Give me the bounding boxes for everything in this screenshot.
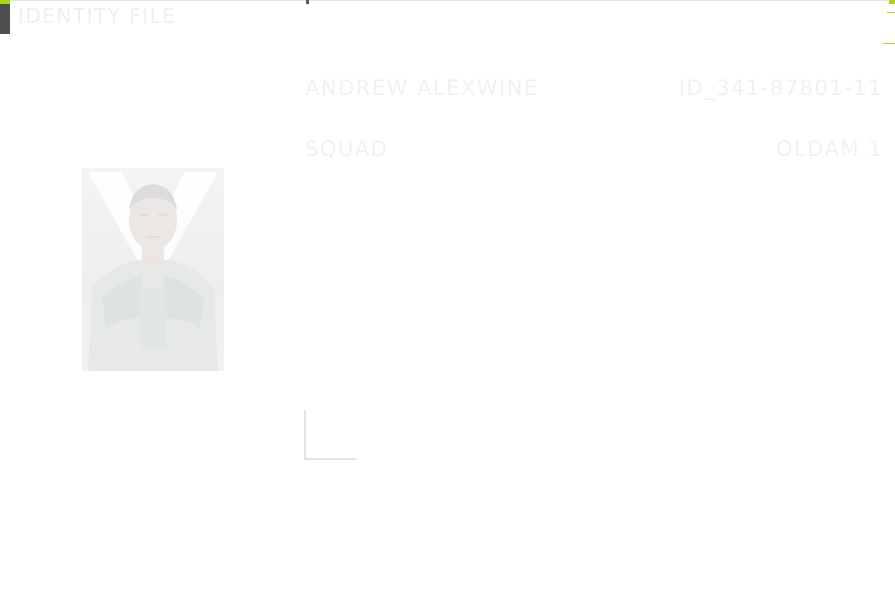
brand-accent <box>0 0 10 4</box>
squad-value: OLDAM 1 <box>775 137 883 161</box>
top-marker <box>306 0 309 4</box>
profile-portrait <box>82 168 224 371</box>
corner-accent-line-lower <box>883 0 895 44</box>
agent-name: ANDREW ALEXWINE <box>305 76 539 100</box>
brand-title: IDENTITY FILE <box>18 4 177 28</box>
top-divider <box>0 0 895 1</box>
bracket-frame <box>304 410 356 460</box>
squad-row: SQUAD OLDAM 1 <box>305 137 883 167</box>
brand-tab <box>0 0 10 34</box>
agent-id: ID_341-87801-11 <box>678 76 883 100</box>
portrait-image <box>88 172 218 371</box>
squad-label: SQUAD <box>305 137 389 161</box>
name-row: ANDREW ALEXWINE ID_341-87801-11 <box>305 76 883 106</box>
identity-screen: IDENTITY FILE ANDREW ALEXWINE ID_341-878… <box>0 0 895 600</box>
